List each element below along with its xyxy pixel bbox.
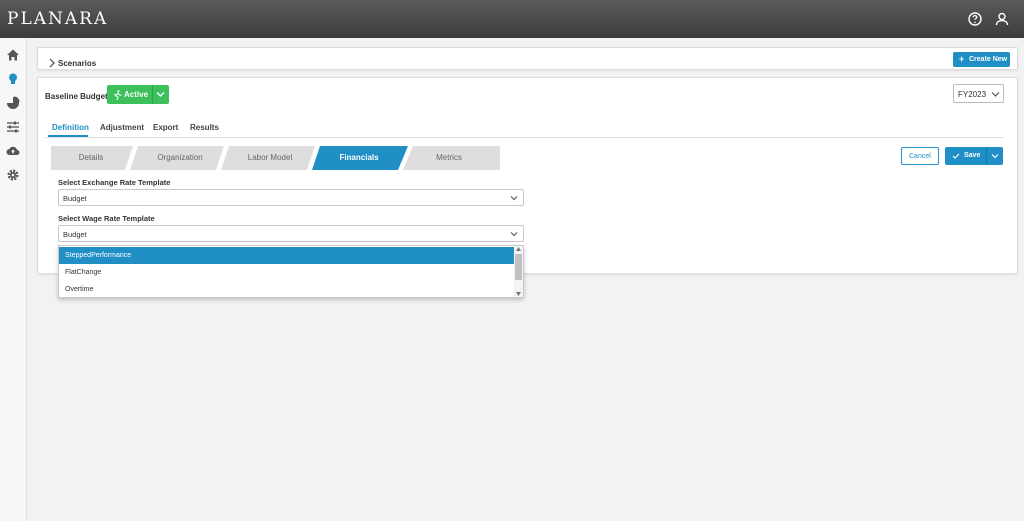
dropdown-option-steppedperformance[interactable]: SteppedPerformance [59, 247, 516, 264]
dropdown-scrollbar[interactable] [514, 246, 523, 297]
step-label-details: Details [78, 153, 104, 162]
scrollbar-thumb[interactable] [515, 254, 522, 280]
exchange-rate-value: Budget [63, 194, 87, 203]
home-icon[interactable] [6, 48, 20, 62]
tab-definition[interactable]: Definition [52, 123, 89, 132]
exchange-rate-label: Select Exchange Rate Template [58, 178, 171, 187]
wage-rate-value: Budget [63, 230, 87, 239]
scenarios-label[interactable]: Scenarios [58, 59, 96, 68]
cancel-button[interactable]: Cancel [901, 147, 939, 165]
running-person-icon [113, 90, 122, 100]
tab-adjustment[interactable]: Adjustment [100, 123, 144, 132]
budget-name: Baseline Budget [45, 92, 108, 101]
dropdown-option-overtime[interactable]: Overtime [59, 281, 516, 298]
status-active-button[interactable]: Active [107, 85, 169, 104]
check-icon [952, 153, 960, 159]
create-new-button[interactable]: + Create New [953, 52, 1010, 67]
create-new-label: Create New [969, 56, 1008, 63]
save-label: Save [964, 152, 981, 159]
sidebar [0, 38, 27, 521]
fiscal-year-value: FY2023 [958, 90, 987, 99]
chevron-down-icon [510, 196, 518, 201]
tab-export[interactable]: Export [153, 123, 178, 132]
save-button[interactable]: Save [945, 147, 1003, 165]
step-label-labor-model: Labor Model [247, 153, 293, 162]
step-label-organization: Organization [157, 153, 203, 162]
chevron-down-icon[interactable] [156, 91, 165, 98]
sliders-icon[interactable] [6, 120, 20, 134]
wage-rate-select[interactable]: Budget [58, 225, 524, 242]
pie-chart-icon[interactable] [6, 96, 20, 110]
scroll-up-icon[interactable] [516, 247, 521, 251]
help-circle-icon[interactable] [967, 11, 983, 27]
chevron-down-icon [510, 232, 518, 237]
scroll-down-icon[interactable] [516, 292, 521, 296]
chevron-down-icon [991, 92, 1000, 97]
tabs-divider [45, 137, 1004, 138]
cloud-upload-icon[interactable] [6, 144, 20, 158]
chevron-down-icon[interactable] [991, 153, 999, 159]
chevron-right-icon[interactable] [48, 58, 56, 68]
plus-icon: + [959, 54, 965, 64]
user-icon[interactable] [994, 11, 1010, 27]
gear-icon[interactable] [6, 168, 20, 182]
exchange-rate-select[interactable]: Budget [58, 189, 524, 206]
tab-results[interactable]: Results [190, 123, 219, 132]
top-bar: PLANARA [0, 0, 1024, 38]
scenarios-panel: Scenarios + Create New [37, 47, 1018, 70]
wage-rate-label: Select Wage Rate Template [58, 214, 155, 223]
split-divider [986, 147, 987, 165]
step-label-financials: Financials [339, 153, 379, 162]
cancel-label: Cancel [909, 153, 931, 160]
lightbulb-icon[interactable] [6, 72, 20, 86]
dropdown-option-flatchange[interactable]: FlatChange [59, 264, 516, 281]
split-divider [152, 85, 153, 104]
app-logo: PLANARA [7, 9, 109, 29]
status-label: Active [124, 90, 149, 99]
step-label-metrics: Metrics [436, 153, 462, 162]
wage-rate-dropdown: SteppedPerformance FlatChange Overtime [58, 245, 524, 298]
fiscal-year-select[interactable]: FY2023 [953, 84, 1004, 103]
